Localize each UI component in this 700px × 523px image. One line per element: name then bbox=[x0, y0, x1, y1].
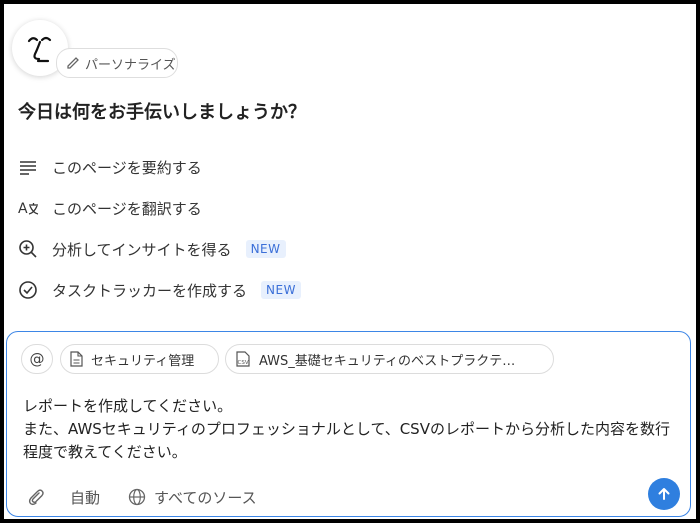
assistant-panel: パーソナライズ 今日は何をお手伝いしましょうか？ このページを要約する A この… bbox=[4, 4, 696, 519]
list-lines-icon bbox=[18, 159, 40, 175]
greeting-heading: 今日は何をお手伝いしましょうか？ bbox=[18, 102, 306, 123]
personalize-button[interactable]: パーソナライズ bbox=[56, 48, 178, 78]
svg-text:CSV: CSV bbox=[238, 360, 249, 366]
context-chip-security-management[interactable]: セキュリティ管理 bbox=[60, 344, 219, 374]
check-circle-icon bbox=[18, 280, 40, 300]
document-icon bbox=[70, 351, 83, 367]
action-label: このページを要約する bbox=[52, 158, 202, 177]
arrow-up-icon bbox=[658, 488, 670, 500]
action-create-task-tracker[interactable]: タスクトラッカーを作成する NEW bbox=[18, 277, 301, 303]
context-chip-aws-csv[interactable]: CSV AWS_基礎セキュリティのベストプラクテ… bbox=[225, 344, 554, 374]
source-label: すべてのソース bbox=[154, 488, 257, 507]
context-chip-label: AWS_基礎セキュリティのベストプラクテ… bbox=[259, 353, 516, 369]
action-label: 分析してインサイトを得る bbox=[52, 240, 232, 259]
new-badge: NEW bbox=[245, 240, 286, 258]
csv-file-icon: CSV bbox=[235, 351, 251, 367]
assistant-face-icon bbox=[27, 36, 52, 63]
source-selector[interactable]: すべてのソース bbox=[128, 485, 257, 509]
zoom-in-icon bbox=[18, 239, 40, 259]
chat-composer: @ セキュリティ管理 CSV AWS_基礎セキュリティのベストプラクテ… レポー… bbox=[6, 331, 691, 517]
svg-text:A: A bbox=[18, 201, 28, 216]
mention-symbol: @ bbox=[29, 350, 45, 368]
new-badge: NEW bbox=[261, 281, 301, 299]
pencil-icon bbox=[66, 56, 80, 70]
translate-icon: A bbox=[18, 200, 40, 216]
action-summarize-page[interactable]: このページを要約する bbox=[18, 154, 202, 180]
action-label: タスクトラッカーを作成する bbox=[52, 281, 248, 300]
personalize-label: パーソナライズ bbox=[85, 57, 176, 73]
action-label: このページを翻訳する bbox=[52, 199, 202, 218]
send-button[interactable] bbox=[648, 478, 680, 510]
mode-label: 自動 bbox=[70, 488, 101, 507]
paperclip-icon bbox=[27, 488, 45, 506]
mode-selector[interactable]: 自動 bbox=[70, 485, 100, 509]
mention-button[interactable]: @ bbox=[21, 344, 53, 374]
globe-icon bbox=[128, 488, 146, 506]
action-analyze-insights[interactable]: 分析してインサイトを得る NEW bbox=[18, 236, 286, 262]
attach-button[interactable] bbox=[27, 485, 45, 509]
action-translate-page[interactable]: A このページを翻訳する bbox=[18, 195, 202, 221]
message-input[interactable]: レポートを作成してください。 また、AWSセキュリティのプロフェッショナルとして… bbox=[23, 395, 673, 464]
context-chip-label: セキュリティ管理 bbox=[91, 353, 195, 369]
